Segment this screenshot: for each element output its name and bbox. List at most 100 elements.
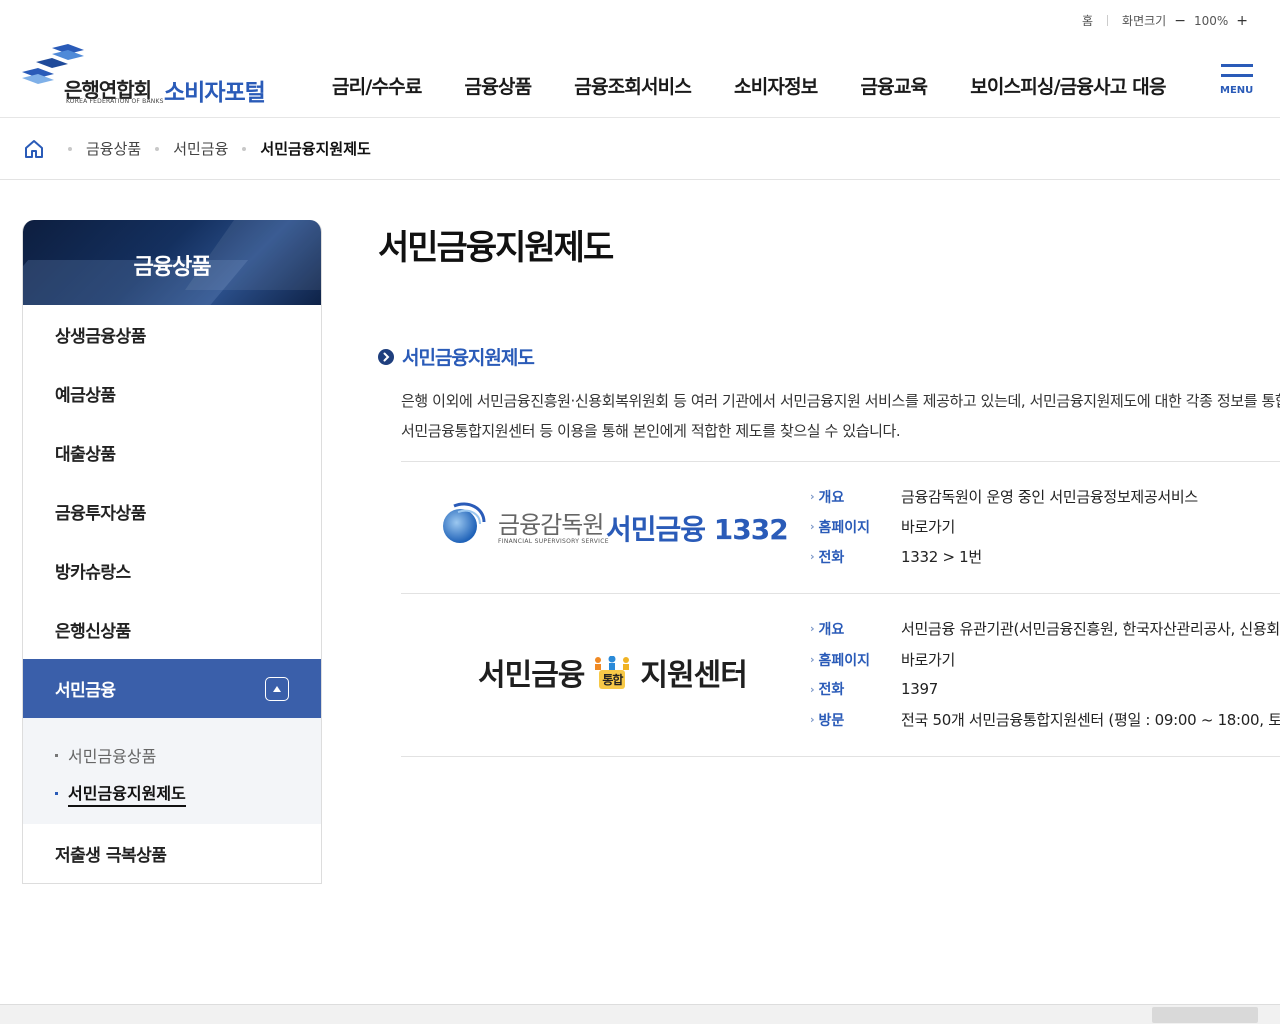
header: 은행연합회 KOREA FEDERATION OF BANKS 소비자포털 금리… [0,40,1280,118]
side-nav-item-active[interactable]: 서민금융 [23,659,321,718]
side-nav-item[interactable]: 저출생 극복상품 [23,824,321,883]
side-nav-item[interactable]: 금융투자상품 [23,482,321,541]
nav-voice-phishing[interactable]: 보이스피싱/금융사고 대응 [970,72,1166,99]
scrollbar-thumb[interactable] [1152,1007,1258,1023]
info-key: › 전화 [810,679,890,699]
zoom-out-button[interactable]: − [1174,13,1186,29]
nav-inquiry-services[interactable]: 금융조회서비스 [574,72,692,99]
info-row: › 홈페이지 바로가기 [810,649,955,670]
side-nav-item[interactable]: 예금상품 [23,364,321,423]
breadcrumb-separator [242,146,247,151]
menu-label: MENU [1220,85,1254,96]
org-name-en: KOREA FEDERATION OF BANKS [66,98,164,105]
info-row: › 홈페이지 바로가기 [810,516,955,537]
chevron-right-icon: › [810,653,815,666]
description-line: 은행 이외에 서민금융진흥원·신용회복위원회 등 여러 기관에서 서민금융지원 … [401,392,1280,410]
bullet-icon [55,791,58,795]
center-logo-mid-text: 통합 [599,669,626,689]
hamburger-icon [1221,64,1253,67]
center-logo-mid: 통합 [590,655,634,689]
chevron-right-icon: › [810,713,815,726]
zoom-in-button[interactable]: + [1236,13,1248,29]
info-value: 1332 > 1번 [901,548,982,566]
section-title-text: 서민금융지원제도 [402,347,535,369]
info-row: › 전화 1397 [810,679,938,699]
divider [1107,15,1109,26]
divider [401,756,1280,757]
homepage-link[interactable]: 바로가기 [901,649,955,670]
breadcrumb-separator [68,146,72,151]
info-key: › 개요 [810,487,890,507]
info-key-text: 전화 [818,549,845,566]
chevron-right-icon: › [810,682,815,696]
info-key: › 방문 [810,710,890,730]
side-sub-item-label: 서민금융상품 [68,747,157,766]
site-logo[interactable]: 은행연합회 KOREA FEDERATION OF BANKS 소비자포털 [22,44,282,106]
side-nav-active-label: 서민금융 [55,681,116,701]
page-title: 서민금융지원제도 [378,228,614,268]
info-key: › 개요 [810,619,890,639]
nav-financial-education[interactable]: 금융교육 [860,72,928,99]
side-nav-item[interactable]: 방카슈랑스 [23,541,321,600]
info-row: › 전화 1332 > 1번 [810,546,982,567]
breadcrumb: 금융상품 서민금융 서민금융지원제도 [0,118,1280,180]
side-nav-title: 금융상품 [133,255,212,280]
info-row: › 개요 서민금융 유관기관(서민금융진흥원, 한국자산관리공사, 신용회복 [810,618,1280,639]
zoom-label: 화면크기 [1122,14,1167,28]
chevron-right-icon: › [810,550,815,563]
homepage-link[interactable]: 바로가기 [901,516,955,537]
people-icon [595,655,630,670]
info-key-text: 홈페이지 [818,519,871,536]
breadcrumb-item[interactable]: 금융상품 [86,138,141,159]
section-title: 서민금융지원제도 [378,343,535,370]
utility-bar: 홈 화면크기 − 100% + [1082,12,1256,29]
description-line: 서민금융통합지원센터 등 이용을 통해 본인에게 적합한 제도를 찾으실 수 있… [401,422,901,440]
fss-logo: 금융감독원 FINANCIAL SUPERVISORY SERVICE 서민금융… [440,500,789,550]
side-sub-item[interactable]: 서민금융상품 [55,736,321,774]
info-key-text: 개요 [818,489,845,506]
divider [401,593,1280,594]
chevron-right-circle-icon [378,348,394,365]
side-sub-item-current[interactable]: 서민금융지원제도 [55,774,321,812]
info-key: › 홈페이지 [810,517,890,537]
info-value: 전국 50개 서민금융통합지원센터 (평일 : 09:00 ~ 18:00, 토… [901,711,1280,729]
info-row: › 방문 전국 50개 서민금융통합지원센터 (평일 : 09:00 ~ 18:0… [810,709,1280,730]
info-value: 1397 [901,680,938,698]
breadcrumb-item[interactable]: 서민금융 [173,138,228,159]
center-logo-right: 지원센터 [640,658,747,693]
info-key-text: 개요 [818,621,845,638]
info-key: › 홈페이지 [810,650,890,670]
chevron-right-icon: › [810,490,815,503]
home-icon[interactable] [24,139,44,159]
breadcrumb-separator [155,146,160,151]
nav-financial-products[interactable]: 금융상품 [465,72,533,99]
side-sub-item-label: 서민금융지원제도 [68,780,186,807]
info-key-text: 홈페이지 [818,652,871,669]
horizontal-scrollbar[interactable] [0,1004,1280,1024]
side-nav-item[interactable]: 은행신상품 [23,600,321,659]
side-sub-list: 서민금융상품 서민금융지원제도 [23,718,321,824]
info-key: › 전화 [810,547,890,567]
collapse-toggle[interactable] [265,676,289,701]
portal-name: 소비자포털 [164,80,266,106]
side-nav: 금융상품 상생금융상품 예금상품 대출상품 금융투자상품 방카슈랑스 은행신상품… [22,220,322,884]
bullet-icon [55,753,58,757]
nav-rates-fees[interactable]: 금리/수수료 [332,72,422,99]
side-nav-header: 금융상품 [23,220,321,305]
center-logo: 서민금융 통합 지원센터 [478,650,748,694]
section-description: 은행 이외에 서민금융진흥원·신용회복위원회 등 여러 기관에서 서민금융지원 … [401,386,1280,446]
side-nav-item[interactable]: 대출상품 [23,423,321,482]
fss-tagline: 서민금융 1332 [606,513,789,546]
fss-name: 금융감독원 [498,511,604,539]
fss-globe-icon [443,502,486,543]
side-nav-item[interactable]: 상생금융상품 [23,305,321,364]
chevron-right-icon: › [810,622,815,635]
nav-consumer-info[interactable]: 소비자정보 [734,72,818,99]
breadcrumb-current: 서민금융지원제도 [260,140,371,158]
divider [401,461,1280,462]
hamburger-icon [1221,74,1253,77]
fss-name-en: FINANCIAL SUPERVISORY SERVICE [498,538,609,545]
menu-button[interactable]: MENU [1220,64,1254,98]
home-link[interactable]: 홈 [1082,12,1093,29]
chevron-right-icon: › [810,520,815,533]
